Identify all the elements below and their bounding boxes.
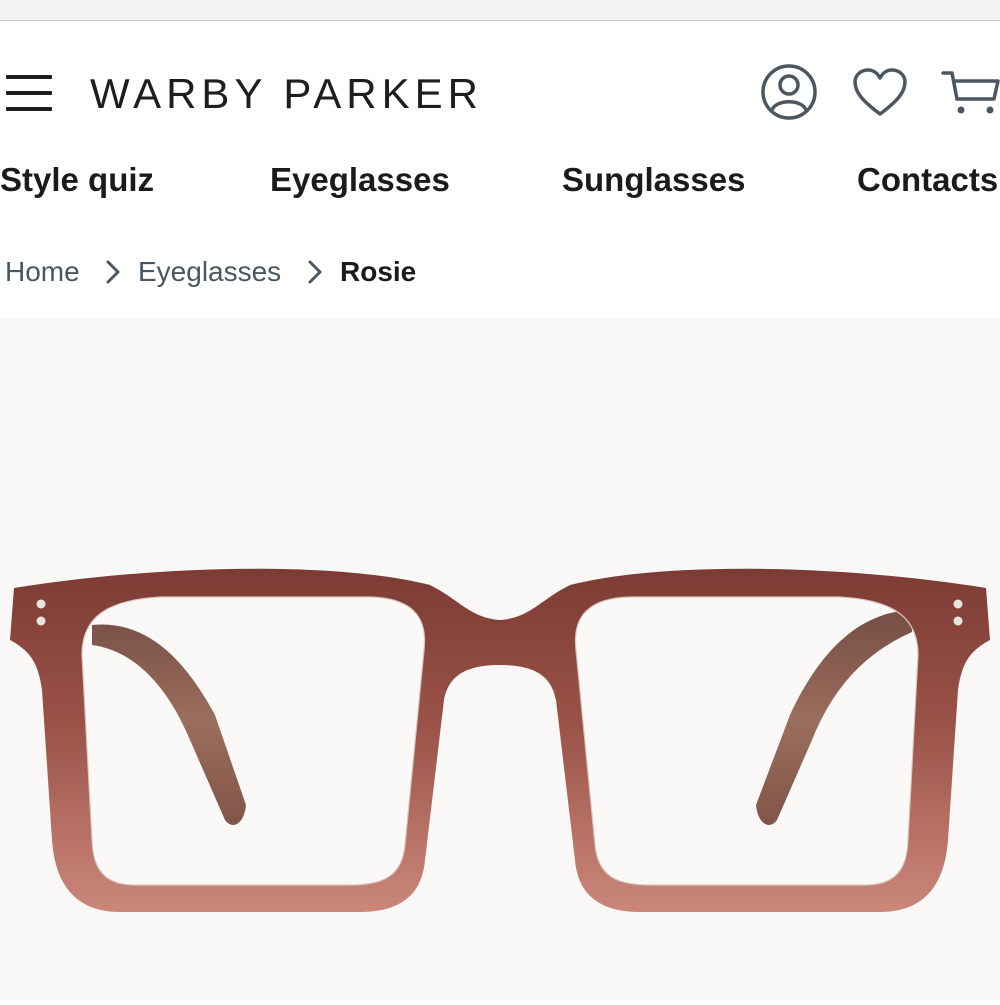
account-icon[interactable]	[760, 63, 818, 121]
breadcrumb-current: Rosie	[340, 256, 417, 287]
chevron-right-icon	[105, 259, 121, 292]
breadcrumb-eyeglasses[interactable]: Eyeglasses	[138, 253, 281, 291]
site-header: WARBY PARKER	[0, 21, 1000, 151]
nav-item-style-quiz[interactable]: Style quiz	[0, 160, 154, 200]
breadcrumb-home[interactable]: Home	[5, 253, 80, 291]
chevron-right-icon	[307, 259, 323, 292]
cart-icon[interactable]	[940, 67, 1000, 119]
main-nav: Style quiz Eyeglasses Sunglasses Contact…	[0, 150, 1000, 210]
eyeglasses-image[interactable]	[0, 318, 1000, 1000]
heart-icon[interactable]	[852, 67, 908, 119]
nav-item-eyeglasses[interactable]: Eyeglasses	[270, 160, 450, 200]
nav-item-contacts[interactable]: Contacts	[857, 160, 998, 200]
menu-icon[interactable]	[6, 75, 54, 111]
browser-top-strip	[0, 0, 1000, 21]
brand-logo[interactable]: WARBY PARKER	[90, 69, 483, 119]
nav-item-sunglasses[interactable]: Sunglasses	[562, 160, 745, 200]
product-image-area	[0, 318, 1000, 1000]
